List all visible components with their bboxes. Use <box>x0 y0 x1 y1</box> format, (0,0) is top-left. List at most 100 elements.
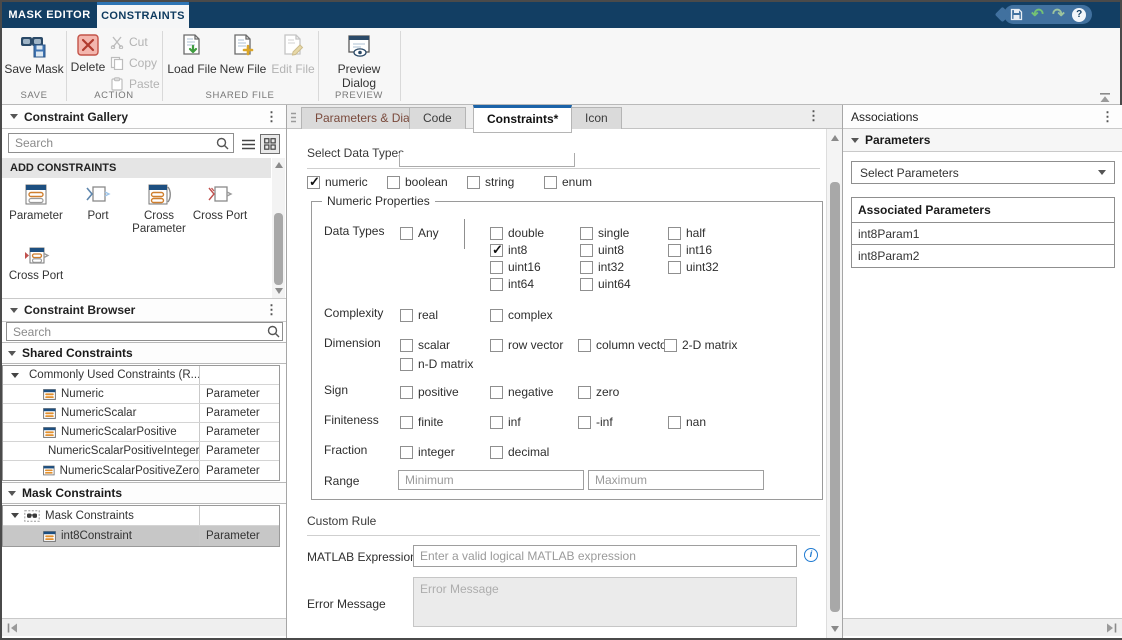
gallery-menu-icon[interactable]: ⋮ <box>265 111 278 123</box>
associated-parameter-row[interactable]: int8Param1 <box>852 223 1114 245</box>
help-icon[interactable]: ? <box>1071 7 1087 23</box>
new-file-button[interactable]: New File <box>219 31 267 91</box>
checkbox-uint32[interactable]: uint32 <box>668 260 719 274</box>
list-view-button[interactable] <box>239 135 257 153</box>
checkbox-int8[interactable]: int8 <box>490 243 527 257</box>
checkbox-nd-matrix[interactable]: n-D matrix <box>400 357 473 371</box>
collapse-node-icon[interactable] <box>11 513 19 518</box>
associations-menu-icon[interactable]: ⋮ <box>1101 111 1114 123</box>
numeric-properties-group: Numeric Properties Data Types Any double… <box>311 201 823 500</box>
tabbar-menu-icon[interactable]: ⋮ <box>807 110 820 122</box>
checkbox-real[interactable]: real <box>400 308 438 322</box>
checkbox-boolean[interactable]: boolean <box>387 175 448 189</box>
checkbox-numeric[interactable]: numeric <box>307 175 368 189</box>
scroll-end-icon[interactable] <box>1106 623 1117 633</box>
tab-icon[interactable]: Icon <box>571 107 622 129</box>
checkbox-neg-inf[interactable]: -inf <box>578 415 613 429</box>
gallery-search-input[interactable] <box>8 133 234 153</box>
info-icon[interactable]: i <box>804 548 818 562</box>
gallery-item-cross-port-2[interactable]: Cross Port <box>5 245 67 283</box>
checkbox-double[interactable]: double <box>490 226 544 240</box>
gallery-scrollbar-thumb[interactable] <box>274 213 283 285</box>
tree-row-numericscalarpositivezero[interactable]: NumericScalarPositiveZero Parameter <box>3 461 279 480</box>
tab-constraints[interactable]: Constraints* <box>473 105 572 133</box>
tab-constraints-context[interactable]: CONSTRAINTS <box>97 2 189 28</box>
scroll-home-icon[interactable] <box>7 623 18 633</box>
delete-button[interactable]: Delete <box>68 31 108 91</box>
checkbox-decimal[interactable]: decimal <box>490 445 549 459</box>
browser-menu-icon[interactable]: ⋮ <box>265 304 278 316</box>
checkbox-negative[interactable]: negative <box>490 385 553 399</box>
redo-icon[interactable]: ↷ <box>1050 7 1066 23</box>
tree-row-mask-root[interactable]: Mask Constraints <box>3 506 279 526</box>
tab-code[interactable]: Code <box>409 107 466 129</box>
checkbox-column-vector[interactable]: column vector <box>578 338 671 352</box>
scroll-up-icon[interactable] <box>831 135 839 141</box>
tree-row-int8constraint[interactable]: int8Constraint Parameter <box>3 526 279 546</box>
tree-row-numeric[interactable]: Numeric Parameter <box>3 385 279 404</box>
checkbox-zero[interactable]: zero <box>578 385 619 399</box>
tree-row-numericscalarpositiveinteger[interactable]: NumericScalarPositiveInteger Parameter <box>3 442 279 461</box>
scroll-down-icon[interactable] <box>831 626 839 632</box>
checkbox-uint64[interactable]: uint64 <box>580 277 631 291</box>
checkbox-finite[interactable]: finite <box>400 415 443 429</box>
range-maximum-input[interactable] <box>588 470 764 490</box>
checkbox-positive[interactable]: positive <box>400 385 459 399</box>
checkbox-single[interactable]: single <box>580 226 629 240</box>
checkbox-uint8[interactable]: uint8 <box>580 243 624 257</box>
shared-constraints-header[interactable]: Shared Constraints <box>2 342 286 364</box>
scroll-down-icon[interactable] <box>275 288 283 294</box>
center-scrollbar[interactable] <box>826 129 842 638</box>
checkbox-row-vector[interactable]: row vector <box>490 338 563 352</box>
gallery-scrollbar[interactable] <box>272 158 285 298</box>
checkbox-nan[interactable]: nan <box>668 415 706 429</box>
tab-mask-editor[interactable]: MASK EDITOR <box>2 2 97 28</box>
checkbox-uint16[interactable]: uint16 <box>490 260 541 274</box>
collapse-browser-icon[interactable] <box>10 308 18 313</box>
checkbox-2d-matrix[interactable]: 2-D matrix <box>664 338 737 352</box>
mask-constraints-header[interactable]: Mask Constraints <box>2 482 286 504</box>
gallery-item-parameter[interactable]: Parameter <box>5 183 67 223</box>
checkbox-half[interactable]: half <box>668 226 705 240</box>
checkbox-enum[interactable]: enum <box>544 175 592 189</box>
checkbox-scalar[interactable]: scalar <box>400 338 450 352</box>
save-mask-button[interactable]: Save Mask <box>4 31 64 91</box>
gallery-item-cross-port[interactable]: Cross Port <box>189 183 251 223</box>
tree-row-numericscalar[interactable]: NumericScalar Parameter <box>3 404 279 423</box>
collapse-node-icon[interactable] <box>11 373 19 378</box>
custom-rule-title: Custom Rule <box>307 514 376 528</box>
load-file-button[interactable]: Load File <box>165 31 219 91</box>
tree-row-root[interactable]: Commonly Used Constraints (R... <box>3 366 279 385</box>
add-constraints-header: ADD CONSTRAINTS <box>2 158 271 178</box>
right-horizontal-scrollbar[interactable] <box>843 618 1122 636</box>
scroll-up-icon[interactable] <box>275 162 283 168</box>
checkbox-int32[interactable]: int32 <box>580 260 624 274</box>
collapse-ribbon-button[interactable] <box>1098 92 1112 106</box>
edit-file-icon <box>280 33 306 59</box>
checkbox-any[interactable]: Any <box>400 226 439 240</box>
splitter-grip-icon[interactable] <box>290 112 297 123</box>
select-parameters-dropdown[interactable]: Select Parameters <box>851 161 1115 184</box>
browser-search-input[interactable] <box>6 322 283 341</box>
checkbox-int16[interactable]: int16 <box>668 243 712 257</box>
left-horizontal-scrollbar[interactable] <box>2 618 286 636</box>
checkbox-integer[interactable]: integer <box>400 445 455 459</box>
preview-dialog-button[interactable]: Preview Dialog <box>322 31 396 91</box>
error-message-textarea[interactable] <box>413 577 797 627</box>
checkbox-inf[interactable]: inf <box>490 415 521 429</box>
collapse-gallery-icon[interactable] <box>10 114 18 119</box>
undo-icon[interactable]: ↶ <box>1030 7 1046 23</box>
checkbox-int64[interactable]: int64 <box>490 277 534 291</box>
associated-parameter-row[interactable]: int8Param2 <box>852 245 1114 267</box>
checkbox-complex[interactable]: complex <box>490 308 553 322</box>
save-icon[interactable] <box>1009 7 1025 23</box>
tree-row-numericscalarpositive[interactable]: NumericScalarPositive Parameter <box>3 423 279 442</box>
range-minimum-input[interactable] <box>398 470 584 490</box>
parameters-section-header[interactable]: Parameters <box>843 129 1122 152</box>
center-scrollbar-thumb[interactable] <box>830 182 840 612</box>
gallery-item-cross-parameter[interactable]: Cross Parameter <box>128 183 190 236</box>
checkbox-string[interactable]: string <box>467 175 514 189</box>
matlab-expression-input[interactable] <box>413 545 797 567</box>
gallery-item-port[interactable]: Port <box>67 183 129 223</box>
grid-view-button[interactable] <box>260 134 280 154</box>
